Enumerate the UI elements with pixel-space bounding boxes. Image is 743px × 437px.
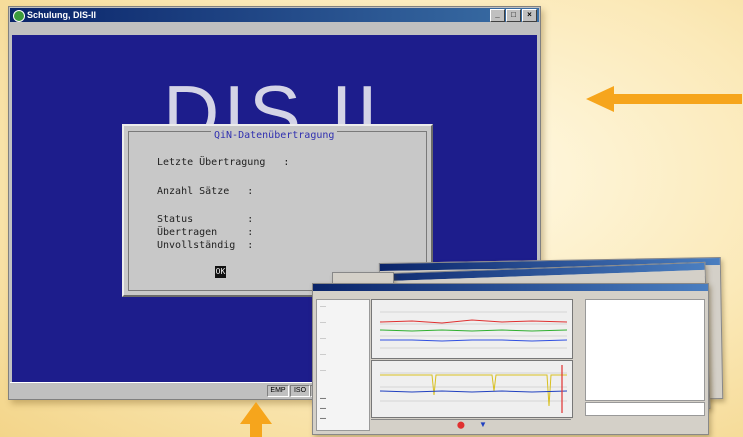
arrow-left-icon (586, 86, 742, 112)
row-incomplete: Unvollständig : (157, 240, 254, 251)
thumbnail-detail-panel (585, 299, 705, 401)
window-title: Schulung, DIS-II (27, 10, 96, 20)
list-entry: — (320, 368, 326, 374)
series-green (379, 329, 568, 332)
maximize-button[interactable]: □ (506, 9, 521, 22)
list-entry-bold: — (320, 406, 326, 412)
row-status: Status : (157, 214, 254, 225)
thumbnail-toolbar: ⬤ ▼ (371, 419, 571, 430)
thumbnail-screenshot-front: — — — — — — — — ⬤ ▼ (312, 283, 709, 435)
lower-plot (379, 365, 568, 413)
status-cell-iso: ISO (290, 385, 310, 397)
list-entry-bold: — (320, 396, 326, 402)
row-last-transfer: Letzte Übertragung : (157, 157, 290, 168)
dialog-title: QiN-Datenübertragung (211, 130, 338, 141)
title-bar[interactable]: Schulung, DIS-II _ □ × (10, 8, 539, 22)
app-icon (13, 10, 25, 22)
toolbar-marker-icon: ⬤ (457, 422, 465, 429)
series-red (379, 319, 568, 324)
toolbar-down-icon: ▼ (479, 420, 487, 429)
list-entry-bold: — (320, 416, 326, 422)
ok-button[interactable]: OK (215, 266, 226, 278)
thumbnail-detail-field (585, 402, 705, 416)
row-record-count: Anzahl Sätze : (157, 186, 254, 197)
list-entry: — (320, 304, 326, 310)
upper-plot-panel (371, 299, 573, 359)
series-yellow (380, 374, 567, 407)
series-blue (379, 390, 568, 393)
thumbnail-menubar (313, 291, 708, 297)
row-transferred: Übertragen : (157, 227, 254, 238)
window-controls: _ □ × (490, 9, 537, 22)
series-blue (380, 339, 568, 342)
close-button[interactable]: × (522, 9, 537, 22)
thumbnail-titlebar (313, 284, 708, 291)
minimize-button[interactable]: _ (490, 9, 505, 22)
list-entry: — (320, 320, 326, 326)
arrow-up-icon (240, 402, 272, 437)
status-cell-emp: EMP (267, 385, 289, 397)
menu-bar[interactable] (10, 22, 539, 34)
upper-plot (379, 311, 568, 349)
lower-plot-panel (371, 360, 573, 418)
thumbnail-list-panel: — — — — — — — — (316, 299, 370, 431)
list-entry: — (320, 352, 326, 358)
list-entry: — (320, 336, 326, 342)
